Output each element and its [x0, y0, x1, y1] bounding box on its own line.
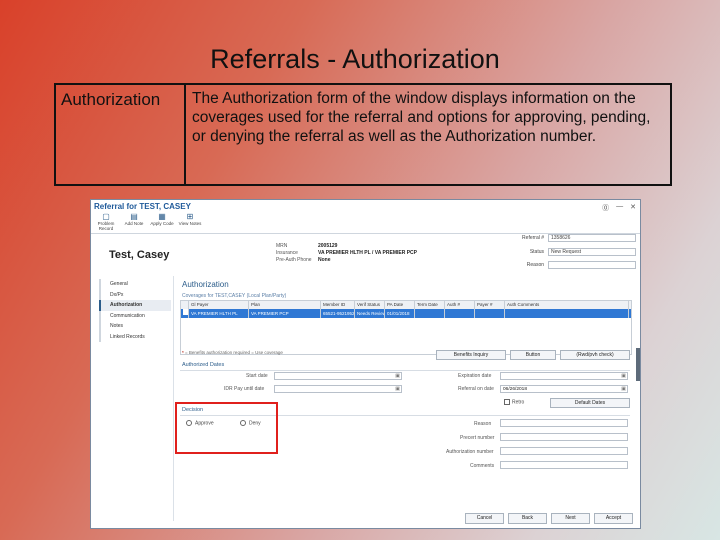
sidebar-item-authorization[interactable]: Authorization	[99, 300, 171, 311]
description-label: Authorization	[56, 85, 186, 184]
idr-pay-until-date-input[interactable]: ▣	[274, 385, 402, 393]
benefits-inquiry-button[interactable]: Benefits Inquiry	[436, 350, 506, 360]
reason-header-field: Reason	[516, 261, 636, 270]
start-date-input[interactable]: ▣	[274, 372, 402, 380]
cancel-button[interactable]: Cancel	[465, 513, 504, 524]
authorized-dates-title: Authorized Dates	[182, 362, 225, 368]
calendar-icon[interactable]: ▣	[621, 386, 626, 393]
flag-icon: *	[182, 350, 184, 355]
footer-buttons: Cancel Back Next Accept	[465, 513, 633, 524]
help-icon[interactable]: ⓪	[602, 203, 609, 213]
binoculars-icon: ⊞	[186, 212, 194, 221]
accept-button[interactable]: Accept	[594, 513, 633, 524]
authorization-panel: Authorization Coverages for TEST,CASEY (…	[173, 276, 632, 521]
patient-info: MRN 2005129 Insurance VA PREMIER HLTH PL /…	[276, 243, 417, 263]
rwd-check-button[interactable]: (Rwd/pvh check)	[560, 350, 630, 360]
add-note-button[interactable]: ▤ Add Note	[122, 212, 146, 231]
sidebar-item-communication[interactable]: Communication	[99, 310, 171, 321]
calendar-icon[interactable]: ▣	[395, 386, 400, 393]
scrollbar[interactable]	[636, 348, 640, 381]
precert-number-input[interactable]	[500, 433, 628, 441]
window-title: Referral for TEST, CASEY	[94, 202, 191, 211]
retro-checkbox[interactable]: Retro	[504, 399, 524, 405]
coverage-label: Coverages for TEST,CASEY (Local Plan/Par…	[182, 293, 287, 299]
toolbar: ▢ Problem Record ▤ Add Note ▦ Apply Code ⊞ V…	[94, 212, 202, 231]
decision-highlight-box	[175, 402, 278, 454]
referral-number-field: Referral # 1358626	[516, 234, 636, 243]
sidebar-item-general[interactable]: General	[99, 279, 171, 290]
default-dates-button[interactable]: Default Dates	[550, 398, 630, 408]
panel-title: Authorization	[182, 280, 229, 289]
minimize-icon[interactable]: —	[616, 203, 623, 213]
sidebar-item-notes[interactable]: Notes	[99, 321, 171, 332]
reason-input[interactable]	[500, 419, 628, 427]
legend-line: * = Benefits authorization required = Us…	[182, 350, 283, 355]
note-icon: ▤	[130, 212, 138, 221]
status-field: Status New Request	[516, 248, 636, 257]
view-notes-button[interactable]: ⊞ View Notes	[178, 212, 202, 231]
referral-on-date-input[interactable]: 06/26/2018 ▣	[500, 385, 628, 393]
referral-window: Referral for TEST, CASEY ⓪ — ✕ ▢ Problem …	[90, 199, 641, 529]
coverage-grid: Gl Payer Plan Member ID Verif Status PA …	[180, 300, 632, 355]
expiration-date-input[interactable]: ▣	[500, 372, 628, 380]
close-icon[interactable]: ✕	[630, 203, 636, 213]
comments-input[interactable]	[500, 461, 628, 469]
sidebar-item-linked-records[interactable]: Linked Records	[99, 331, 171, 342]
description-text: The Authorization form of the window dis…	[192, 90, 651, 145]
record-icon: ▢	[102, 212, 110, 221]
calendar-icon[interactable]: ▣	[395, 373, 400, 380]
next-button[interactable]: Next	[551, 513, 590, 524]
sidebar-item-dxpx[interactable]: Dx/Px	[99, 289, 171, 300]
description-table: Authorization The Authorization form of …	[54, 83, 672, 186]
problem-record-button[interactable]: ▢ Problem Record	[94, 212, 118, 231]
patient-name: Test, Casey	[109, 249, 170, 261]
back-button[interactable]: Back	[508, 513, 547, 524]
calendar-icon[interactable]: ▣	[621, 373, 626, 380]
apply-code-button[interactable]: ▦ Apply Code	[150, 212, 174, 231]
code-icon: ▦	[158, 212, 166, 221]
button-button[interactable]: Button	[510, 350, 556, 360]
authorization-number-input[interactable]	[500, 447, 628, 455]
sidebar: General Dx/Px Authorization Communicatio…	[99, 279, 171, 342]
table-row[interactable]: VA PREMIER HLTH PL VA PREMIER PCP 65521-…	[181, 309, 631, 318]
grid-header: Gl Payer Plan Member ID Verif Status PA …	[181, 301, 631, 309]
slide-title: Referrals - Authorization	[210, 44, 500, 74]
